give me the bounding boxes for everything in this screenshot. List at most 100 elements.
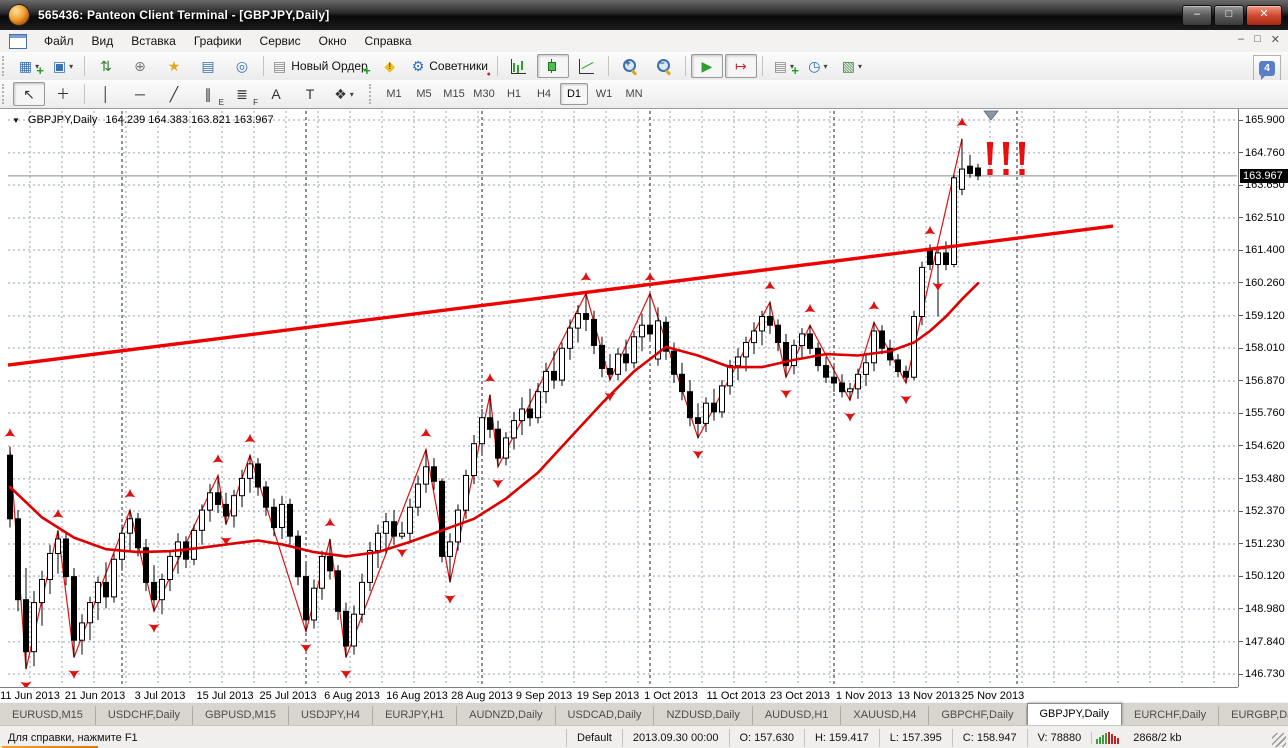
price-axis-label: 146.730 [1245, 668, 1285, 680]
crosshair-mode-button[interactable]: ⊕ [124, 54, 156, 78]
tools-toolbar: ↖ ＋ │ ─ ╱ ∥ E ≣ F A T ❖ ▾ M1 M5 M15 M30 H1 H4 D1 W1 MN [0, 80, 1288, 109]
price-axis-label: 161.400 [1245, 244, 1285, 257]
chart-bars-button[interactable] [503, 54, 535, 78]
tab-gbpjpy[interactable]: GBPJPY,Daily [1026, 703, 1122, 726]
trendline-tool-button[interactable]: ╱ [158, 82, 190, 106]
vertical-line-button[interactable]: │ [90, 82, 122, 106]
exclamation-annotation[interactable] [986, 142, 1026, 175]
tab-eurusd[interactable]: EURUSD,M15 [0, 706, 96, 726]
tab-usdcad[interactable]: USDCAD,Daily [556, 706, 655, 726]
price-tick [1239, 119, 1243, 121]
new-order-button[interactable]: ▤ + Новый Ордер [269, 54, 372, 78]
menu-3[interactable]: Графики [185, 32, 251, 50]
toolbar-grip[interactable] [2, 56, 9, 76]
auto-scroll-button[interactable]: ▶ [690, 54, 723, 78]
child-minimize-button[interactable]: – [1238, 33, 1244, 46]
close-button[interactable]: ✕ [1246, 5, 1282, 26]
tab-eurjpy[interactable]: EURJPY,H1 [373, 706, 458, 726]
menu-2[interactable]: Вставка [122, 32, 185, 50]
tab-eurgbp[interactable]: EURGBP,Daily [1219, 706, 1288, 726]
timeframe-d1[interactable]: D1 [560, 83, 588, 105]
toolbar-grip[interactable] [2, 84, 9, 104]
price-axis-label: 159.120 [1245, 309, 1285, 322]
price-tick [1239, 380, 1243, 382]
profiles-button[interactable]: ▣ ▾ [47, 54, 79, 78]
minimize-button[interactable]: – [1182, 5, 1212, 26]
channel-tool-button[interactable]: ∥ E [192, 82, 225, 107]
timeframe-h1[interactable]: H1 [500, 83, 528, 105]
text-tool-button[interactable]: A [260, 82, 292, 106]
chart-symbol-label: GBPJPY,Daily [27, 114, 98, 126]
tab-usdchf[interactable]: USDCHF,Daily [96, 706, 194, 726]
crosshair-tool-icon: ＋ [56, 86, 70, 102]
date-axis-label: 25 Nov 2013 [961, 690, 1025, 702]
experts-button[interactable]: ⚙ ● Советники [408, 54, 492, 78]
chart-pane[interactable]: ▼ GBPJPY,Daily 164.239 164.383 163.821 1… [0, 108, 1288, 704]
price-tick [1239, 673, 1243, 675]
fibonacci-tool-button[interactable]: ≣ F [226, 82, 258, 107]
crosshair-tool-button[interactable]: ＋ [47, 82, 79, 106]
timeframe-m1[interactable]: M1 [380, 83, 408, 105]
terminal-icon: ▤ [201, 58, 215, 74]
navigator-button[interactable]: ★ [158, 54, 190, 78]
resize-grip[interactable] [1272, 733, 1286, 747]
price-axis[interactable]: 165.900 164.760 163.650 162.510 161.400 160.2… [1238, 109, 1288, 687]
tab-gbpchf[interactable]: GBPCHF,Daily [929, 706, 1027, 726]
price-axis-label: 155.760 [1245, 407, 1285, 420]
child-restore-button[interactable]: □ [1254, 33, 1261, 46]
price-tick [1239, 347, 1243, 349]
chart-line-button[interactable] [571, 54, 603, 78]
price-chart[interactable] [0, 109, 1288, 687]
tab-nzdusd[interactable]: NZDUSD,Daily [654, 706, 753, 726]
horizontal-line-button[interactable]: ─ [124, 82, 156, 106]
price-axis-label: 147.840 [1245, 635, 1285, 648]
zoom-out-button[interactable]: − [648, 54, 680, 78]
tab-xauusd[interactable]: XAUUSD,H4 [841, 706, 930, 726]
strategy-tester-button[interactable]: ◎ [226, 54, 258, 78]
timeframe-w1[interactable]: W1 [590, 83, 618, 105]
tab-eurchf[interactable]: EURCHF,Daily [1122, 706, 1220, 726]
tab-audusd[interactable]: AUDUSD,H1 [753, 706, 842, 726]
timeframe-h4[interactable]: H4 [530, 83, 558, 105]
templates-button[interactable]: ▧ ▾ [836, 54, 868, 78]
timeframe-mn[interactable]: MN [620, 83, 648, 105]
text-label-tool-button[interactable]: T [294, 82, 326, 106]
moving-average-line [8, 281, 980, 558]
chart-ohlc-values: 164.239 164.383 163.821 163.967 [105, 114, 274, 126]
tab-audnzd[interactable]: AUDNZD,Daily [457, 706, 556, 726]
text-tool-icon: A [271, 86, 281, 102]
tab-gbpusd[interactable]: GBPUSD,M15 [193, 706, 289, 726]
chart-candlesticks-button[interactable] [536, 54, 569, 78]
child-close-button[interactable]: ✕ [1271, 33, 1280, 46]
market-watch-button[interactable]: ⇅ [90, 54, 122, 78]
cursor-button[interactable]: ↖ [13, 82, 45, 106]
date-axis-label: 15 Jul 2013 [196, 690, 254, 702]
chart-shift-button[interactable]: ↦ [724, 54, 757, 78]
indicators-button[interactable]: ▤ + ▾ [768, 54, 800, 78]
timeframe-m15[interactable]: M15 [440, 83, 468, 105]
menu-5[interactable]: Окно [310, 32, 356, 50]
timeframe-m5[interactable]: M5 [410, 83, 438, 105]
price-tick [1239, 412, 1243, 414]
crosshair-mode-icon: ⊕ [134, 58, 146, 74]
menu-6[interactable]: Справка [356, 32, 421, 50]
restore-button[interactable]: □ [1214, 5, 1244, 26]
new-chart-button[interactable]: ▦ + ▾ [13, 54, 45, 78]
toolbar-grip[interactable] [369, 84, 376, 104]
toolbar-separator [84, 56, 85, 76]
terminal-button[interactable]: ▤ [192, 54, 224, 78]
status-bar-high: H: 159.417 [803, 728, 879, 747]
alerts-button[interactable]: ◆! [374, 54, 406, 78]
menu-1[interactable]: Вид [83, 32, 123, 50]
arrows-tool-button[interactable]: ❖ ▾ [328, 82, 360, 106]
menu-0[interactable]: Файл [35, 32, 83, 50]
community-button[interactable]: 4 [1253, 55, 1281, 81]
chart-menu-icon[interactable]: ▼ [12, 116, 20, 125]
periods-button[interactable]: ◷ ▾ [802, 54, 834, 78]
timeframe-m30[interactable]: M30 [470, 83, 498, 105]
date-axis-label: 1 Nov 2013 [835, 690, 893, 702]
menu-4[interactable]: Сервис [251, 32, 310, 50]
tab-usdjpy[interactable]: USDJPY,H4 [289, 706, 374, 726]
chart-window-icon[interactable] [9, 33, 27, 49]
zoom-in-button[interactable]: + [614, 54, 646, 78]
